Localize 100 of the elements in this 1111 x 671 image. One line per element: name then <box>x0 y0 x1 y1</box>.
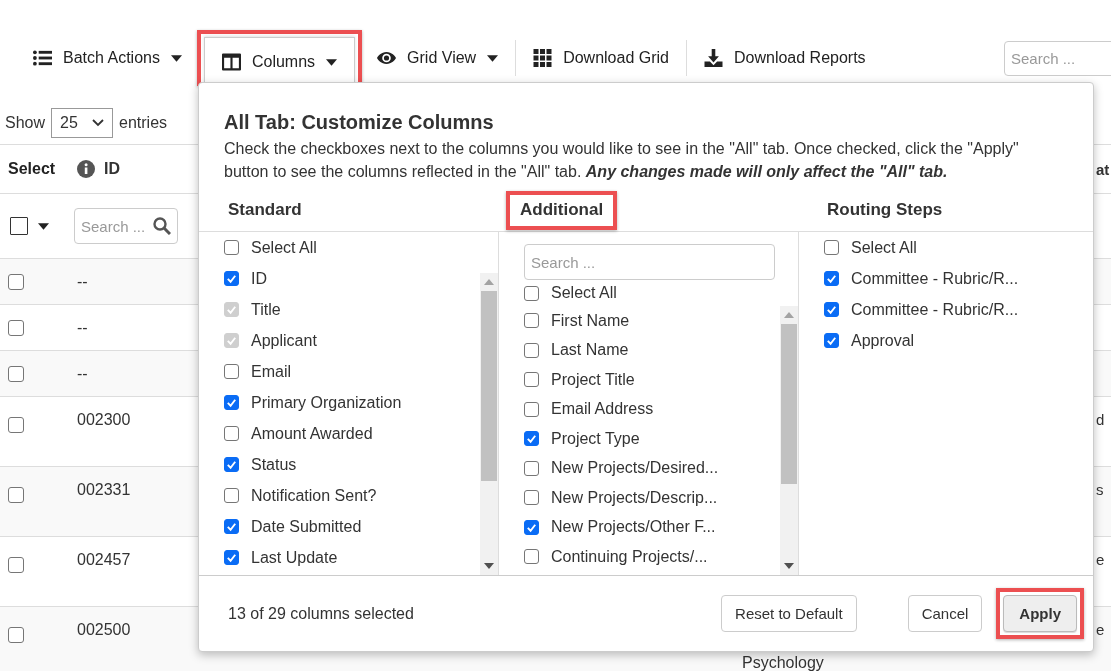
checkbox-option[interactable]: Committee - Rubric/R... <box>824 294 1093 325</box>
selection-count: 13 of 29 columns selected <box>228 604 414 623</box>
checkbox-option[interactable]: Status <box>224 449 480 480</box>
checkmark-icon <box>225 334 238 347</box>
show-label: Show <box>5 114 46 132</box>
checkbox-option[interactable]: Amount Awarded <box>224 418 480 449</box>
checkbox-option[interactable]: Email <box>224 356 480 387</box>
toolbar-button[interactable]: Download Reports <box>693 35 877 81</box>
checkbox-option[interactable]: First Name <box>524 306 780 336</box>
arrow-down-icon[interactable] <box>784 563 794 569</box>
search-field[interactable]: Search ... <box>74 208 178 244</box>
checkbox[interactable] <box>524 431 539 447</box>
checkbox[interactable] <box>10 217 28 235</box>
checkbox[interactable] <box>524 549 539 565</box>
checkmark-icon <box>225 396 238 409</box>
checkbox[interactable] <box>8 319 24 336</box>
scrollbar[interactable] <box>780 306 798 575</box>
checkbox-option[interactable]: New Projects/Descrip... <box>524 483 780 513</box>
checkbox[interactable] <box>824 271 839 286</box>
scrollbar[interactable] <box>480 273 498 575</box>
checkbox[interactable] <box>224 550 239 565</box>
dialog-button[interactable]: Apply <box>1003 595 1077 632</box>
column-header[interactable]: ID <box>104 160 120 178</box>
download-icon <box>704 49 723 67</box>
checkbox[interactable] <box>824 333 839 348</box>
toolbar-button[interactable]: Grid View <box>366 35 510 81</box>
checkbox-option[interactable]: Continuing Projects/... <box>524 542 780 572</box>
checkbox[interactable] <box>224 488 239 503</box>
table-cell: s <box>1096 481 1104 498</box>
checkbox-option[interactable]: Select All <box>524 280 798 306</box>
checkbox[interactable] <box>224 395 239 410</box>
checkbox[interactable] <box>524 519 539 535</box>
checkbox[interactable] <box>224 240 239 255</box>
checkbox[interactable] <box>524 342 539 358</box>
section-heading: Routing Steps <box>827 200 943 220</box>
table-cell: -- <box>77 318 88 337</box>
checkbox-option[interactable]: New Projects/Desired... <box>524 453 780 483</box>
checkbox-option[interactable]: Notification Sent? <box>224 480 480 511</box>
checkbox[interactable] <box>524 285 539 301</box>
checkbox[interactable] <box>8 627 24 643</box>
chevron-icon <box>92 119 105 127</box>
column-header: Select <box>8 160 56 178</box>
checkmark-icon <box>825 272 838 285</box>
dialog-button[interactable]: Reset to Default <box>721 595 857 632</box>
checkbox-option[interactable]: Approval <box>824 325 1093 356</box>
checkbox-option[interactable]: Committee - Rubric/R... <box>824 263 1093 294</box>
search-field[interactable]: Search ... <box>524 244 775 280</box>
checkbox[interactable] <box>8 365 24 382</box>
table-cell: d <box>1096 411 1105 428</box>
checkbox[interactable] <box>224 426 239 441</box>
checkbox[interactable] <box>224 364 239 379</box>
table-cell: e <box>1096 551 1105 568</box>
checkbox[interactable] <box>224 519 239 534</box>
toolbar-button[interactable]: Download Grid <box>522 35 680 81</box>
section-heading: Standard <box>228 200 302 220</box>
checkbox[interactable] <box>224 457 239 472</box>
checkmark-icon <box>225 303 238 316</box>
checkbox[interactable] <box>8 417 24 433</box>
checkbox[interactable] <box>524 460 539 476</box>
entries-dropdown[interactable]: 25 <box>51 108 114 138</box>
checkmark-icon <box>225 458 238 471</box>
checkbox[interactable] <box>8 273 24 290</box>
checkbox[interactable] <box>524 490 539 506</box>
column-header: at <box>1096 160 1110 178</box>
checkbox-option[interactable]: Project Type <box>524 424 780 454</box>
checkbox[interactable] <box>524 401 539 417</box>
scrollbar-thumb[interactable] <box>481 291 497 481</box>
checkbox-option[interactable]: Last Name <box>524 335 780 365</box>
checkbox-option[interactable]: Primary Organization <box>224 387 480 418</box>
dialog-button[interactable]: Cancel <box>907 595 983 632</box>
checkbox[interactable] <box>824 240 839 255</box>
checkbox-option[interactable]: Last Update <box>224 542 480 573</box>
search-icon[interactable] <box>153 217 171 235</box>
search-field[interactable]: Search ... <box>1004 40 1111 76</box>
table-cell: -- <box>77 364 88 383</box>
table-cell: 002500 <box>77 621 131 639</box>
checkbox-option[interactable]: Select All <box>824 232 1093 263</box>
eye-icon <box>377 49 397 67</box>
checkbox[interactable] <box>224 271 239 286</box>
arrow-down-icon[interactable] <box>484 563 494 569</box>
checkbox[interactable] <box>524 372 539 388</box>
checkmark-icon <box>225 551 238 564</box>
table-cell: 002457 <box>77 551 131 569</box>
scrollbar-thumb[interactable] <box>781 324 797 484</box>
checkbox[interactable] <box>524 313 539 329</box>
checkbox-option[interactable]: ID <box>224 263 480 294</box>
checkbox[interactable] <box>8 557 24 573</box>
checkbox-option[interactable]: Email Address <box>524 394 780 424</box>
checkbox[interactable] <box>824 302 839 317</box>
section-heading: Additional <box>520 199 604 220</box>
checkbox-option[interactable]: Date Submitted <box>224 511 480 542</box>
checkbox-option[interactable]: Select All <box>224 232 498 263</box>
list-icon <box>33 49 52 67</box>
checkmark-icon <box>225 272 238 285</box>
popup-description: Check the checkboxes next to the columns you would like to see in the "All" tab. Once checked, click the "Apply" button to see the columns reflected in the "All" tab. Any changes made will only affect the "All" tab. <box>224 139 1020 182</box>
checkbox-option[interactable]: Project Title <box>524 365 780 395</box>
checkbox-option[interactable]: New Projects/Other F... <box>524 512 780 542</box>
checkmark-icon <box>525 432 538 446</box>
toolbar-button[interactable]: Batch Actions <box>22 35 193 81</box>
checkbox[interactable] <box>8 487 24 503</box>
